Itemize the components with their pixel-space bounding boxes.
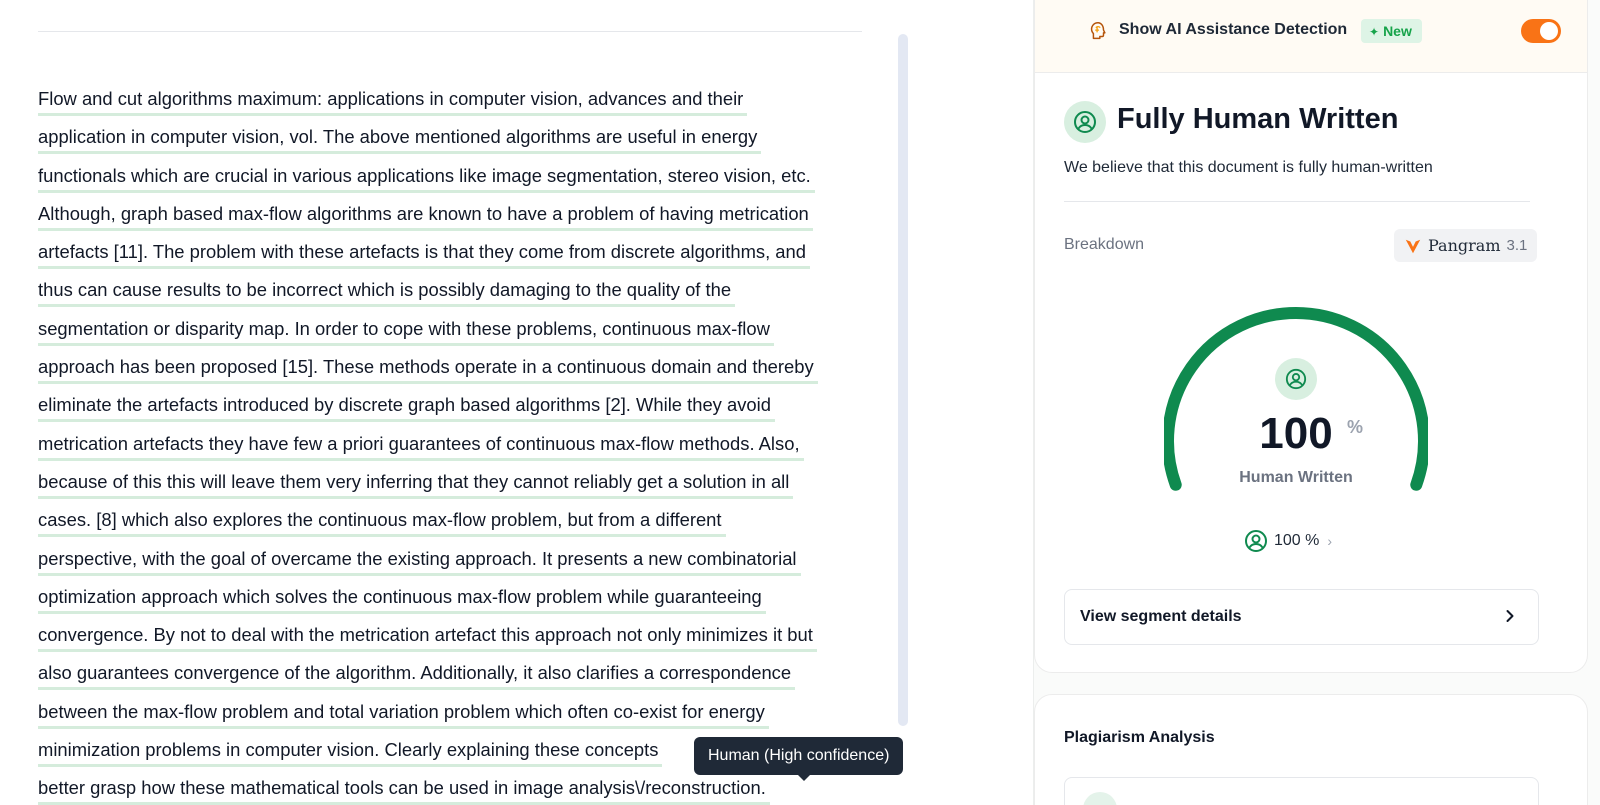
highlighted-segment[interactable]: optimization approach which solves the c… — [38, 585, 766, 614]
highlighted-segment[interactable]: convergence. By not to deal with the met… — [38, 624, 817, 653]
ai-detection-toggle[interactable] — [1521, 19, 1561, 43]
model-version: 3.1 — [1506, 237, 1528, 254]
document-line: thus can cause results to be incorrect w… — [38, 271, 878, 309]
user-circle-icon — [1285, 368, 1307, 390]
document-line: artefacts [11]. The problem with these a… — [38, 233, 878, 271]
document-line: application in computer vision, vol. The… — [38, 118, 878, 156]
ai-detection-toggle-bar: Show AI Assistance Detection ✦ New — [1034, 0, 1588, 73]
document-line: approach has been proposed [15]. These m… — [38, 348, 878, 386]
document-pane: Flow and cut algorithms maximum: applica… — [0, 0, 1012, 805]
analysis-sidebar: Show AI Assistance Detection ✦ New Fully … — [1033, 0, 1600, 805]
human-percentage-text: 100 % — [1274, 532, 1320, 549]
document-line: Although, graph based max-flow algorithm… — [38, 195, 878, 233]
document-line: also guarantees convergence of the algor… — [38, 654, 878, 692]
highlighted-segment[interactable]: eliminate the artefacts introduced by di… — [38, 394, 775, 423]
new-badge-label: New — [1383, 23, 1412, 39]
highlighted-segment[interactable]: thus can cause results to be incorrect w… — [38, 279, 736, 308]
view-segment-details-label: View segment details — [1080, 608, 1242, 625]
document-line: between the max-flow problem and total v… — [38, 693, 878, 731]
document-line: metrication artefacts they have few a pr… — [38, 425, 878, 463]
ai-detection-label: Show AI Assistance Detection — [1119, 21, 1348, 38]
sparkle-icon: ✦ — [1369, 25, 1380, 39]
document-top-divider — [38, 31, 862, 32]
document-scrollbar[interactable] — [898, 34, 908, 726]
highlighted-segment[interactable]: cases. [8] which also explores the conti… — [38, 509, 726, 538]
result-divider — [1064, 201, 1530, 202]
document-line: functionals which are crucial in various… — [38, 157, 878, 195]
document-line: perspective, with the goal of overcame t… — [38, 540, 878, 578]
result-description: We believe that this document is fully h… — [1064, 159, 1433, 176]
highlighted-segment[interactable]: segmentation or disparity map. In order … — [38, 317, 774, 346]
highlighted-segment[interactable]: Although, graph based max-flow algorithm… — [38, 202, 813, 231]
highlighted-segment[interactable]: artefacts [11]. The problem with these a… — [38, 241, 810, 270]
chevron-right-icon: › — [1327, 533, 1333, 549]
view-segment-details-button[interactable]: View segment details — [1064, 589, 1539, 645]
model-name: Pangram — [1428, 236, 1501, 255]
document-line: segmentation or disparity map. In order … — [38, 310, 878, 348]
highlighted-segment[interactable]: because of this this will leave them ver… — [38, 470, 794, 499]
highlighted-segment[interactable]: application in computer vision, vol. The… — [38, 126, 762, 155]
human-percentage-stat[interactable]: 100 % › — [1244, 529, 1332, 553]
breakdown-label: Breakdown — [1064, 236, 1145, 253]
document-line: cases. [8] which also explores the conti… — [38, 501, 878, 539]
plagiarism-status-icon — [1083, 792, 1117, 805]
gauge-value: 100% — [1235, 409, 1363, 459]
document-line: optimization approach which solves the c… — [38, 578, 878, 616]
document-line: convergence. By not to deal with the met… — [38, 616, 878, 654]
confidence-tooltip: Human (High confidence) — [694, 737, 904, 781]
highlighted-segment[interactable]: better grasp how these mathematical tool… — [38, 777, 770, 805]
document-line: Flow and cut algorithms maximum: applica… — [38, 80, 878, 118]
human-avatar — [1064, 101, 1106, 143]
highlighted-segment[interactable]: also guarantees convergence of the algor… — [38, 662, 796, 691]
highlighted-segment[interactable]: functionals which are crucial in various… — [38, 164, 815, 193]
highlighted-segment[interactable]: minimization problems in computer vision… — [38, 739, 663, 768]
plagiarism-result-box — [1064, 777, 1539, 805]
highlighted-segment[interactable]: perspective, with the goal of overcame t… — [38, 547, 801, 576]
document-line: because of this this will leave them ver… — [38, 463, 878, 501]
chevron-right-icon — [1506, 610, 1514, 622]
document-text: Flow and cut algorithms maximum: applica… — [38, 80, 878, 805]
gauge-caption: Human Written — [1239, 469, 1353, 486]
highlighted-segment[interactable]: Flow and cut algorithms maximum: applica… — [38, 88, 748, 116]
brain-head-icon — [1090, 22, 1106, 40]
plagiarism-title: Plagiarism Analysis — [1064, 729, 1215, 746]
highlighted-segment[interactable]: approach has been proposed [15]. These m… — [38, 356, 818, 385]
document-line: eliminate the artefacts introduced by di… — [38, 386, 878, 424]
highlighted-segment[interactable]: between the max-flow problem and total v… — [38, 700, 769, 729]
user-circle-icon — [1074, 111, 1096, 133]
pangram-logo-icon — [1405, 239, 1421, 253]
gauge-avatar — [1275, 358, 1317, 400]
result-title: Fully Human Written — [1117, 103, 1399, 135]
model-chip: Pangram 3.1 — [1394, 229, 1538, 262]
gauge-number: 100 — [1259, 409, 1333, 458]
toggle-knob — [1540, 22, 1558, 40]
plagiarism-card: Plagiarism Analysis — [1034, 694, 1588, 805]
result-card: Fully Human Written We believe that this… — [1034, 73, 1588, 673]
user-circle-icon — [1245, 530, 1267, 552]
gauge-unit: % — [1347, 417, 1364, 437]
new-badge: ✦ New — [1361, 19, 1422, 43]
highlighted-segment[interactable]: metrication artefacts they have few a pr… — [38, 432, 804, 461]
